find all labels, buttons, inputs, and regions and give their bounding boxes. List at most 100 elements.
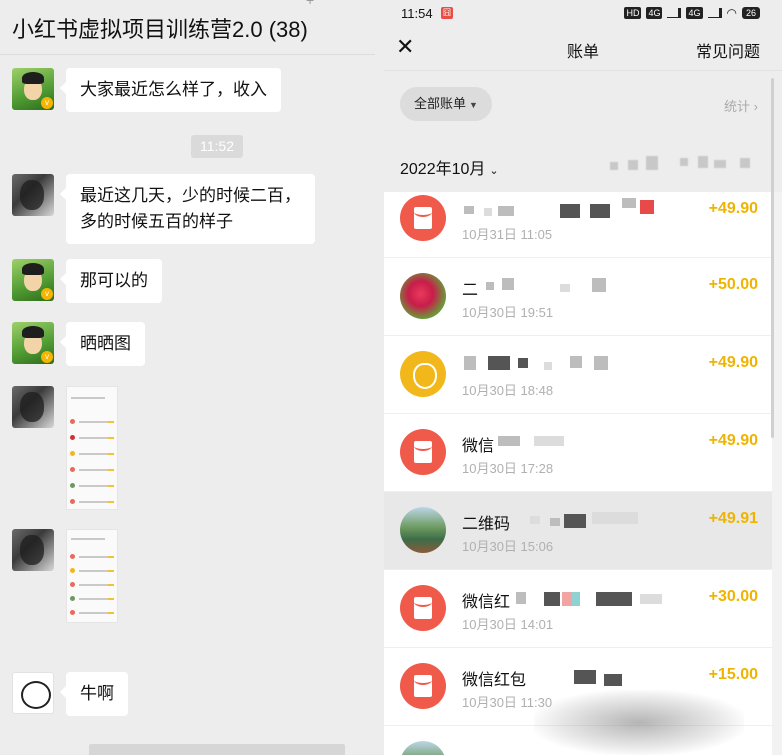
thumb-line <box>79 556 109 558</box>
redaction <box>464 206 474 214</box>
txn-amount: +49.90 <box>708 354 758 371</box>
month-selector[interactable]: 2022年10月 ⌄ <box>400 155 499 179</box>
thumb-line <box>79 469 109 471</box>
redaction <box>516 592 526 604</box>
redaction <box>484 208 492 216</box>
month-label: 2022年10月 <box>400 161 486 178</box>
thumb-amount <box>108 421 114 423</box>
redpacket-icon <box>400 195 446 241</box>
transaction-list: 10月31日 11:05 +49.90 二 10月30日 19:51 +50.0… <box>384 192 772 755</box>
thumb-dot <box>70 435 75 440</box>
transaction-row[interactable]: 二维码 10月30日 15:06 +49.91 <box>384 492 772 570</box>
screenshot-thumbnail[interactable] <box>66 529 118 623</box>
time-separator: 11:52 <box>191 135 243 158</box>
transaction-row[interactable]: 微信红 10月30日 14:01 +30.00 <box>384 570 772 648</box>
transaction-row[interactable]: 二 10月30日 19:51 +50.00 <box>384 258 772 336</box>
thumb-amount <box>108 584 114 586</box>
thumb-dot <box>70 467 75 472</box>
chat-message: v 那可以的 <box>12 259 162 303</box>
redaction <box>592 512 638 524</box>
chat-message: v 大家最近怎么样了，收入 <box>12 68 281 112</box>
verified-badge: v <box>41 97 53 109</box>
transaction-row[interactable]: 10月31日 11:05 +49.90 <box>384 192 772 258</box>
avatar[interactable]: v <box>12 322 54 364</box>
redaction <box>592 278 606 292</box>
hd-icon: HD <box>624 7 642 19</box>
txn-amount: +49.90 <box>708 432 758 449</box>
message-bubble[interactable]: 晒晒图 <box>60 322 145 366</box>
message-bubble[interactable]: 最近这几天，少的时候二百， 多的时候五百的样子 <box>60 174 315 244</box>
landscape-avatar-icon <box>400 507 446 553</box>
thumb-line <box>71 538 105 540</box>
thumb-dot <box>70 419 75 424</box>
thumb-amount <box>108 437 114 439</box>
txn-title: 微信红 <box>462 594 511 611</box>
bill-type-filter[interactable]: 全部账单 ▼ <box>400 87 492 121</box>
faq-link[interactable]: 常见问题 <box>696 38 760 62</box>
thumb-dot <box>70 568 75 573</box>
thumb-amount <box>108 453 114 455</box>
chat-message: 牛啊 <box>12 672 128 716</box>
redaction <box>740 158 750 168</box>
signal-4g-icon: 4G <box>686 7 703 19</box>
scrollbar[interactable] <box>771 78 774 438</box>
txn-title: 二 <box>462 282 479 299</box>
txn-date: 10月30日 18:48 <box>462 383 554 398</box>
txn-date: 10月30日 14:01 <box>462 617 554 632</box>
more-icon[interactable]: + <box>306 0 318 7</box>
txn-title: 二维码 <box>462 516 511 533</box>
ink-smudge <box>534 690 744 755</box>
redaction <box>590 204 610 218</box>
thumb-line <box>79 437 109 439</box>
transaction-row[interactable]: 微信 10月30日 17:28 +49.90 <box>384 414 772 492</box>
redaction <box>488 356 510 370</box>
redaction <box>698 156 708 168</box>
verified-badge: v <box>41 288 53 300</box>
txn-date: 10月30日 17:28 <box>462 461 554 476</box>
redaction <box>640 200 654 214</box>
redpacket-icon <box>400 663 446 709</box>
avatar[interactable]: v <box>12 259 54 301</box>
redaction <box>610 162 618 170</box>
status-bar: 11:54 囧 HD 4G 4G ◠ 26 <box>384 0 782 26</box>
message-bubble[interactable]: 牛啊 <box>60 672 128 716</box>
stats-link[interactable]: 统计 › <box>724 96 758 115</box>
thumb-line <box>79 501 109 503</box>
avatar[interactable] <box>12 174 54 216</box>
avatar-icon <box>400 741 446 755</box>
redaction <box>646 156 658 170</box>
txn-date: 10月30日 19:51 <box>462 305 554 320</box>
avatar[interactable] <box>12 529 54 571</box>
filter-label: 全部账单 <box>414 96 467 111</box>
txn-amount: +15.00 <box>708 666 758 683</box>
redaction <box>714 160 726 168</box>
thumb-dot <box>70 483 75 488</box>
stats-label: 统计 <box>724 99 751 114</box>
avatar[interactable]: v <box>12 68 54 110</box>
chat-message: 最近这几天，少的时候二百， 多的时候五百的样子 <box>12 174 315 244</box>
redaction <box>534 436 564 446</box>
redaction <box>680 158 688 166</box>
redaction <box>564 514 586 528</box>
battery-icon: 26 <box>741 7 760 19</box>
bill-pane: 11:54 囧 HD 4G 4G ◠ 26 ✕ 账单 常见问题 全部账单 ▼ 统计… <box>384 0 782 755</box>
redaction <box>498 206 514 216</box>
thumb-line <box>71 397 105 399</box>
avatar[interactable] <box>12 386 54 428</box>
screenshot-thumbnail[interactable] <box>66 386 118 510</box>
redaction <box>628 160 638 170</box>
message-bubble[interactable]: 那可以的 <box>60 259 162 303</box>
redaction <box>486 282 494 290</box>
signal-bars-icon <box>707 8 722 18</box>
thumb-line <box>79 485 109 487</box>
avatar[interactable] <box>12 672 54 714</box>
txn-date: 10月31日 11:05 <box>462 227 553 242</box>
caret-down-icon: ▼ <box>469 100 478 110</box>
status-time: 11:54 <box>401 6 433 21</box>
redaction <box>560 204 580 218</box>
message-bubble[interactable]: 大家最近怎么样了，收入 <box>60 68 281 112</box>
thumb-amount <box>108 501 114 503</box>
redpacket-icon <box>400 585 446 631</box>
transaction-row[interactable]: 10月30日 18:48 +49.90 <box>384 336 772 414</box>
redaction <box>562 592 572 606</box>
